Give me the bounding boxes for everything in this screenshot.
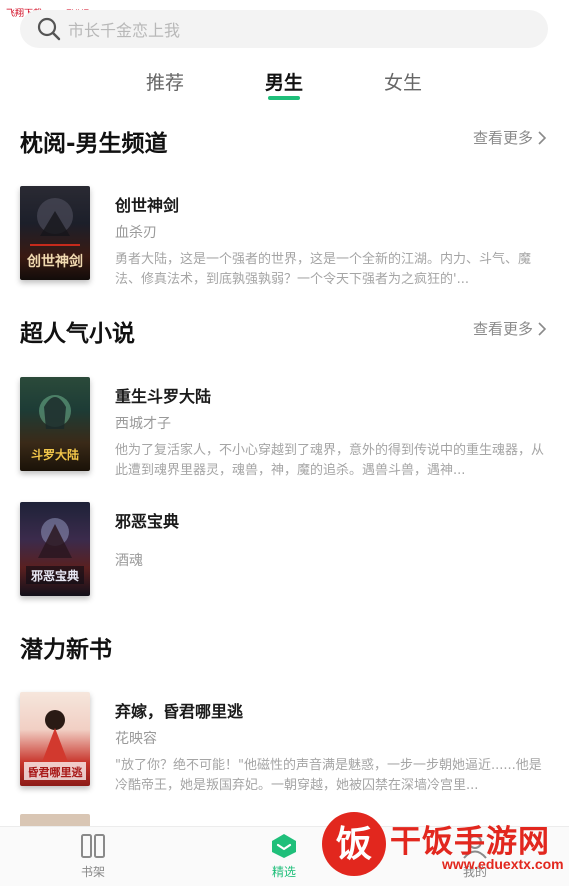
book-item[interactable]: 创世神剑 创世神剑 血杀刃 勇者大陆，这是一个强者的世界，这是一个全新的江湖。内… [20, 186, 550, 287]
nav-label: 精选 [271, 865, 296, 879]
nav-bookshelf[interactable]: 书架 [58, 833, 128, 880]
section-title: 枕阅-男生频道 [20, 131, 168, 157]
book-title: 重生斗罗大陆 [115, 387, 212, 406]
book-item[interactable]: 斗罗大陆 重生斗罗大陆 西城才子 他为了复活家人，不小心穿越到了魂界，意外的得到… [20, 377, 550, 478]
book-cover: 邪恶宝典 [20, 502, 90, 596]
section-title: 超人气小说 [20, 321, 135, 347]
nav-label: 书架 [80, 865, 105, 879]
tab-male[interactable]: 男生 [265, 68, 303, 95]
see-more-label: 查看更多 [472, 129, 533, 147]
tab-female[interactable]: 女生 [384, 68, 422, 95]
see-more-link[interactable]: 查看更多 [473, 318, 547, 339]
active-tab-indicator [268, 96, 300, 100]
search-placeholder: 市长千金恋上我 [68, 21, 181, 40]
book-title: 弃嫁，昏君哪里逃 [115, 702, 244, 721]
brand-logo: 饭 [322, 812, 386, 876]
search-bar[interactable]: 市长千金恋上我 [20, 10, 548, 48]
see-more-link[interactable]: 查看更多 [473, 127, 547, 148]
book-author: 西城才子 [115, 416, 171, 432]
cover-title: 斗罗大陆 [31, 447, 79, 462]
section-title: 潜力新书 [20, 637, 112, 663]
book-description: "放了你？绝不可能！"他磁性的声音满是魅惑，一步一步朝她逼近......他是冷酷… [115, 758, 542, 793]
see-more-label: 查看更多 [472, 320, 533, 338]
cover-title: 创世神剑 [26, 253, 83, 270]
svg-text:饭: 饭 [336, 824, 372, 865]
category-tabs: 推荐 男生 女生 [0, 62, 569, 104]
search-icon [36, 16, 62, 42]
book-title: 邪恶宝典 [115, 512, 180, 531]
brand-name: 干饭手游网 [390, 824, 550, 860]
chevron-right-icon [538, 130, 547, 145]
book-description: 勇者大陆，这是一个强者的世界，这是一个全新的江湖。内力、斗气、魔法、修真法术，到… [115, 252, 532, 287]
book-item[interactable]: 昏君哪里逃 弃嫁，昏君哪里逃 花映容 "放了你？绝不可能！"他磁性的声音满是魅惑… [20, 692, 550, 793]
brand-url: www.eduextx.com [442, 856, 564, 872]
brand-watermark: 饭 干饭手游网 www.eduextx.com [318, 806, 564, 882]
book-author: 酒魂 [115, 553, 143, 569]
tab-recommend[interactable]: 推荐 [146, 68, 184, 95]
bookshelf-icon [81, 834, 105, 858]
book-title: 创世神剑 [115, 196, 180, 215]
cover-title: 昏君哪里逃 [28, 765, 84, 779]
book-description: 他为了复活家人，不小心穿越到了魂界，意外的得到传说中的重生魂器，从此遭到魂界里器… [115, 443, 545, 478]
book-cover: 斗罗大陆 [20, 377, 90, 471]
featured-icon [272, 834, 296, 858]
book-item[interactable]: 邪恶宝典 邪恶宝典 酒魂 [20, 502, 550, 598]
book-author: 血杀刃 [115, 225, 157, 241]
book-cover: 创世神剑 [20, 186, 90, 280]
book-cover: 昏君哪里逃 [20, 692, 90, 786]
nav-featured[interactable]: 精选 [249, 833, 319, 880]
chevron-right-icon [538, 321, 547, 336]
book-author: 花映容 [115, 731, 157, 747]
cover-title: 邪恶宝典 [30, 568, 79, 583]
